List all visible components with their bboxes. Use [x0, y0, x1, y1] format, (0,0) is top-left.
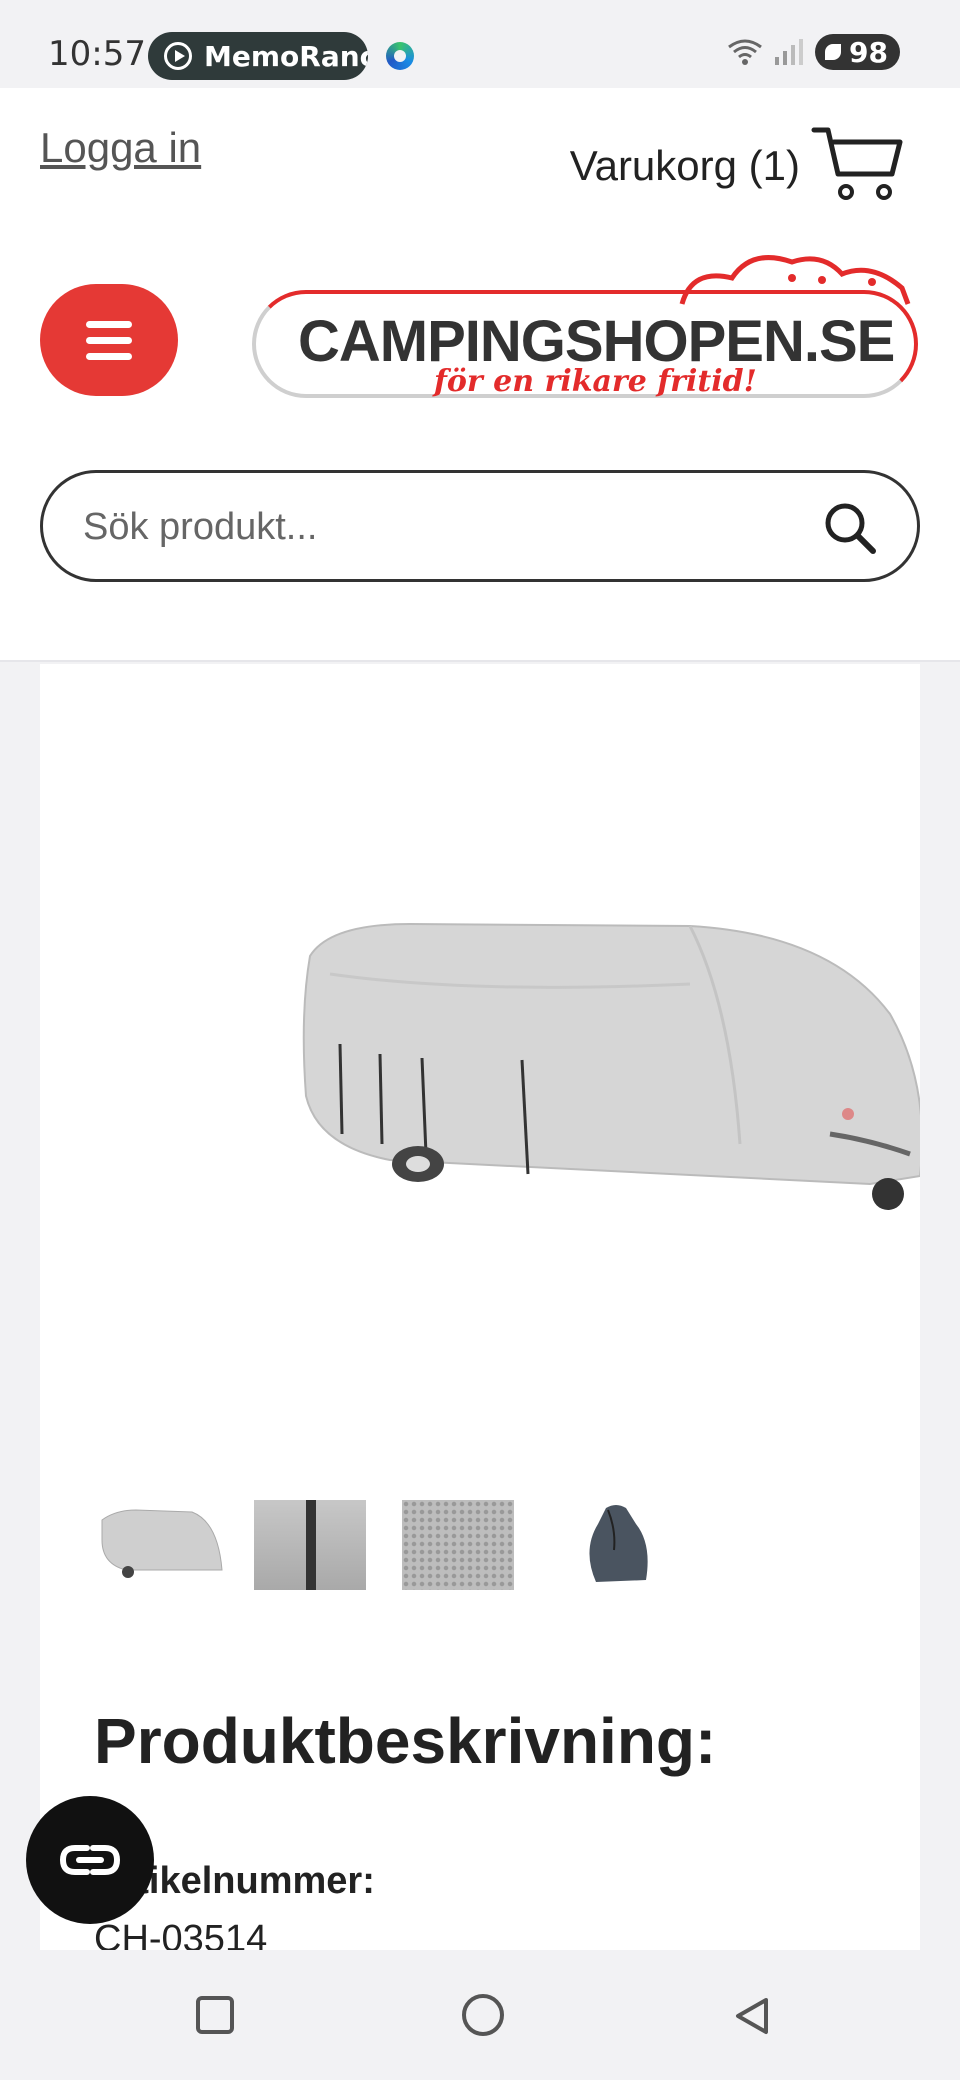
- edge-browser-icon: [386, 42, 414, 70]
- login-link[interactable]: Logga in: [40, 124, 201, 172]
- cart-link[interactable]: Varukorg (1): [570, 142, 800, 190]
- status-time: 10:57: [48, 34, 146, 74]
- thumbnail-strip: [96, 1500, 678, 1590]
- recent-apps-icon[interactable]: [196, 1996, 234, 2034]
- home-icon[interactable]: [462, 1994, 504, 2036]
- hamburger-icon-line: [86, 336, 132, 344]
- back-icon[interactable]: [730, 1994, 774, 2038]
- site-header: Logga in Varukorg (1) CAMPINGSHOPEN.SE f…: [0, 88, 960, 662]
- status-icons: 98: [727, 34, 900, 70]
- play-icon: [164, 42, 192, 70]
- shopping-cart-icon[interactable]: [810, 122, 906, 206]
- campingshopen-logo[interactable]: CAMPINGSHOPEN.SE för en rikare fritid!: [252, 248, 922, 418]
- link-icon: [59, 1845, 121, 1875]
- status-bar: 10:57 MemoRanc 98: [0, 0, 960, 88]
- hamburger-icon-line: [86, 320, 132, 328]
- signal-icon: [775, 39, 804, 65]
- caravan-cover-thumbnail[interactable]: [96, 1500, 226, 1590]
- storage-bag-thumbnail[interactable]: [556, 1500, 678, 1590]
- hamburger-icon-line: [86, 352, 132, 360]
- fabric-texture-thumbnail[interactable]: [402, 1500, 514, 1590]
- media-pill[interactable]: MemoRanc: [148, 32, 368, 80]
- menu-button[interactable]: [40, 284, 178, 396]
- battery-icon: 98: [815, 34, 900, 70]
- search-input[interactable]: [83, 501, 783, 553]
- article-number-value: CH-03514: [94, 1918, 268, 1950]
- strap-closeup-thumbnail[interactable]: [254, 1500, 366, 1590]
- system-navigation-bar: [0, 1950, 960, 2080]
- search-icon[interactable]: [821, 499, 879, 557]
- wifi-icon: [728, 39, 762, 65]
- product-content: Produktbeskrivning: Artikelnummer: CH-03…: [40, 664, 920, 1950]
- media-pill-label: MemoRanc: [204, 39, 368, 73]
- chat-button[interactable]: [26, 1796, 154, 1924]
- product-description-heading: Produktbeskrivning:: [94, 1705, 717, 1777]
- caravan-cover-product-image[interactable]: [270, 884, 920, 1284]
- logo-tagline: för en rikare fritid!: [434, 364, 757, 399]
- search-bar: [40, 470, 920, 582]
